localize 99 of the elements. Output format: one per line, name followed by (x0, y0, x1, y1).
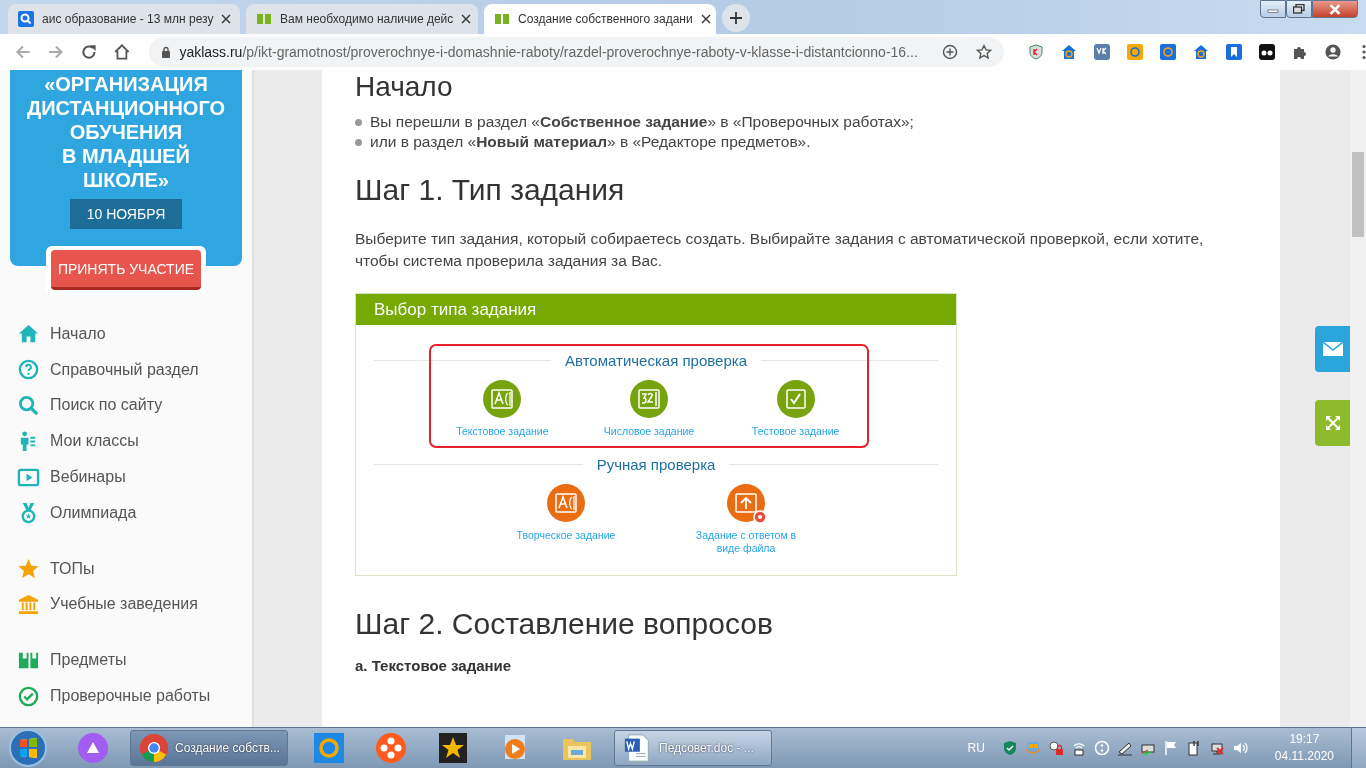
mail-button[interactable] (1315, 326, 1350, 372)
network-icon[interactable] (1208, 740, 1225, 756)
bullet-text: или в раздел «Новый материал» в «Редакторе предметов». (355, 132, 1247, 152)
fullscreen-button[interactable] (1315, 400, 1350, 446)
star-icon[interactable] (976, 44, 992, 60)
nav-item[interactable]: Проверочные работы (0, 678, 211, 714)
figure-title: Выбор типа задания (356, 294, 956, 325)
group-heading: Ручная проверка (596, 456, 716, 473)
bookmark-icon[interactable] (1226, 44, 1242, 60)
social-icon[interactable] (1094, 44, 1110, 60)
mail-icon[interactable] (1160, 44, 1176, 60)
tab-title: Создание собственного задани (518, 12, 693, 26)
banner-title: ОБУЧЕНИЯ (69, 120, 183, 144)
help-icon (17, 358, 40, 382)
upload-icon[interactable] (726, 483, 766, 523)
minimize-button[interactable] (1260, 0, 1286, 18)
glasses-icon[interactable] (1259, 44, 1275, 60)
lock-icon (161, 46, 172, 58)
nav-item[interactable]: ТОПы (0, 550, 211, 587)
mail-home-icon[interactable] (1193, 44, 1209, 60)
restore-icon (1293, 4, 1305, 14)
number-task-icon[interactable] (629, 379, 669, 419)
nav-item[interactable]: Мои классы (0, 423, 211, 460)
home-icon[interactable] (112, 43, 131, 61)
check-circle-icon (17, 684, 40, 708)
step-heading: Шаг 2. Составление вопросов (355, 606, 774, 642)
lock-icon[interactable] (1047, 740, 1064, 756)
nav-item[interactable]: Вебинары (0, 459, 211, 495)
speaker-icon[interactable] (1231, 740, 1248, 756)
profile-icon[interactable] (1325, 44, 1341, 60)
mail-home-icon[interactable] (1061, 44, 1077, 60)
browser-tab[interactable]: Вам необходимо наличие дейс (246, 4, 478, 34)
flag-icon[interactable] (1162, 740, 1179, 756)
nav-item[interactable]: Предметы (0, 642, 211, 679)
banner-title: «ОРГАНИЗАЦИЯ (44, 72, 208, 96)
mail-icon[interactable] (1127, 44, 1143, 60)
book-icon (494, 11, 510, 27)
shield-icon[interactable] (1001, 740, 1018, 756)
star-icon (17, 557, 40, 581)
search-icon (17, 394, 40, 417)
plug-icon[interactable] (1185, 740, 1202, 756)
expand-icon (1324, 415, 1341, 431)
new-tab-button[interactable] (722, 4, 750, 32)
scrollbar[interactable] (1350, 70, 1366, 727)
bullet-text: Вы перешли в раздел «Собственное задание» в «Проверочных работах»; (355, 112, 1247, 132)
start-button[interactable] (8, 728, 48, 768)
browser-tab[interactable]: аис образование - 13 млн резу (8, 4, 240, 34)
show-desktop-button[interactable] (1351, 728, 1366, 768)
browser-tab[interactable]: Создание собственного задани (484, 4, 716, 34)
plus-icon (730, 12, 742, 24)
address-bar[interactable]: yaklass.ru/p/ikt-gramotnost/proverochnye-i-domashnie-raboty/razdel-proverochnye-raboty-v-klasse-i-distantcionno-16... (149, 37, 1004, 67)
step-heading: Шаг 1. Тип задания (355, 172, 626, 208)
text-task-icon[interactable] (482, 379, 523, 419)
nav-item[interactable]: Олимпиада (0, 495, 211, 531)
nav-item[interactable]: Поиск по сайту (0, 387, 211, 424)
star-film-icon[interactable] (437, 732, 469, 764)
dots-icon[interactable] (1093, 740, 1110, 756)
close-button[interactable] (1312, 0, 1358, 18)
search-icon (18, 11, 34, 27)
paragraph: Выберите тип задания, который собираетесь создать. Выбирайте задания с автоматической проверкой, если хотите, чтобы система проверила задания за Вас. (355, 229, 1205, 271)
wireless-icon[interactable] (1070, 740, 1087, 756)
banner-title: В МЛАДШЕЙ (62, 144, 190, 168)
tab-title: аис образование - 13 млн резу (42, 12, 214, 26)
nav-item[interactable]: Справочный раздел (0, 351, 211, 388)
clock-time: 19:17 (1289, 731, 1320, 748)
envelope-icon (1322, 342, 1343, 356)
back-icon[interactable] (14, 43, 32, 61)
tab-title: Вам необходимо наличие дейс (280, 12, 454, 26)
browser-icon (139, 733, 169, 763)
nav-item[interactable]: Учебные заведения (0, 586, 211, 623)
join-button[interactable]: ПРИНЯТЬ УЧАСТИЕ (51, 250, 201, 290)
puzzle-icon[interactable] (1292, 44, 1308, 60)
checkbox-icon[interactable] (775, 379, 816, 419)
close-icon (1328, 3, 1342, 15)
section-heading: Начало (355, 70, 454, 104)
banner-title: ШКОЛЕ» (83, 168, 169, 192)
reload-icon[interactable] (79, 43, 98, 61)
forward-icon[interactable] (46, 43, 65, 61)
group-heading: Автоматическая проверка (565, 352, 747, 369)
text-task-icon[interactable] (546, 483, 586, 523)
restore-button[interactable] (1286, 0, 1312, 18)
banner-title: ДИСТАНЦИОННОГО (27, 96, 225, 120)
book-icon (256, 11, 272, 27)
scroll-thumb[interactable] (1352, 152, 1364, 237)
close-icon[interactable] (700, 14, 711, 24)
taskbar-button[interactable]: Создание собств... (130, 730, 288, 766)
close-icon[interactable] (461, 14, 472, 24)
banner-date: 10 НОЯБРЯ (69, 199, 183, 229)
building-icon (17, 592, 40, 616)
menu-icon[interactable] (1362, 44, 1366, 60)
close-icon[interactable] (221, 14, 232, 24)
clock-date: 04.11.2020 (1274, 748, 1334, 765)
film-reel-icon[interactable] (375, 732, 407, 764)
subheading: а. Текстовое задание (355, 657, 513, 674)
url-text: yaklass.ru/p/ikt-gramotnost/proverochnye-i-domashnie-raboty/razdel-proverochnye-raboty-v-klasse-i-distantcionno-16... (179, 44, 919, 60)
nav-item[interactable]: Начало (0, 316, 211, 352)
add-icon[interactable] (942, 44, 958, 60)
shield-icon[interactable] (1028, 44, 1044, 60)
assistant-icon[interactable] (77, 732, 109, 764)
